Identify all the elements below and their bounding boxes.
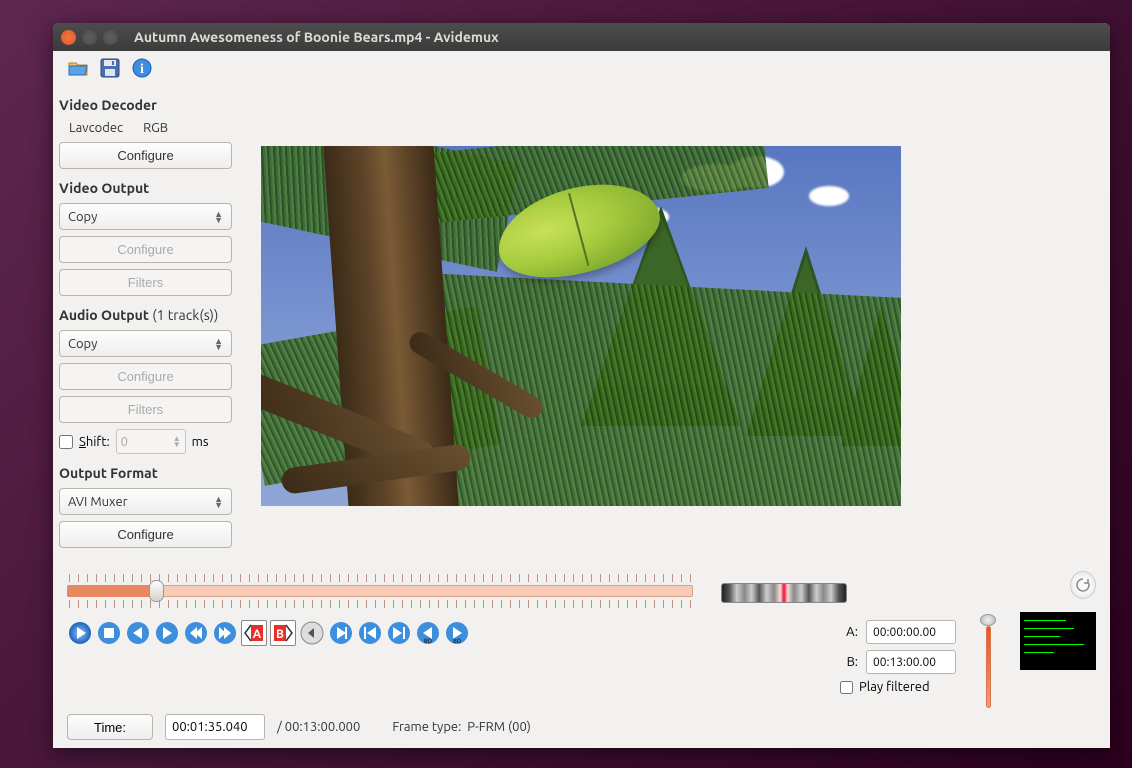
set-marker-a-button[interactable]: A: [241, 620, 267, 646]
prev-keyframe-button[interactable]: [183, 620, 209, 646]
prev-black-button[interactable]: BD: [415, 620, 441, 646]
shift-label: Shift:: [79, 435, 110, 449]
marker-b-value[interactable]: 00:13:00.00: [866, 650, 956, 674]
volume-slider[interactable]: [980, 614, 996, 708]
minimize-icon[interactable]: [82, 30, 97, 45]
transport-controls: A B BD BD: [67, 620, 470, 646]
shift-unit: ms: [192, 435, 209, 449]
audio-output-filters-button: Filters: [59, 396, 232, 423]
refresh-thumbnail-icon[interactable]: [1070, 571, 1096, 599]
time-button[interactable]: Time:: [67, 714, 153, 740]
window-title: Autumn Awesomeness of Boonie Bears.mp4 -…: [134, 29, 499, 45]
audio-output-value: Copy: [68, 337, 97, 351]
decoder-configure-button[interactable]: Configure: [59, 142, 232, 169]
sidebar: Video Decoder Lavcodec RGB Configure Vid…: [59, 89, 245, 560]
marker-a-value[interactable]: 00:00:00.00: [866, 620, 956, 644]
output-format-title: Output Format: [59, 461, 245, 485]
stop-button[interactable]: [96, 620, 122, 646]
close-icon[interactable]: [61, 30, 76, 45]
video-output-value: Copy: [68, 210, 97, 224]
save-icon[interactable]: [99, 57, 121, 79]
video-frame[interactable]: [261, 146, 901, 506]
svg-text:BD: BD: [424, 638, 433, 645]
chevron-updown-icon: ▲▼: [214, 496, 223, 508]
decoder-codec: Lavcodec: [69, 121, 123, 135]
svg-text:BD: BD: [453, 638, 462, 645]
last-frame-button[interactable]: [386, 620, 412, 646]
info-icon[interactable]: i: [131, 57, 153, 79]
next-cut-button[interactable]: [328, 620, 354, 646]
shift-checkbox[interactable]: [59, 435, 73, 449]
marker-a-label: A:: [840, 625, 858, 639]
chevron-updown-icon: ▲▼: [214, 211, 223, 223]
prev-frame-button[interactable]: [125, 620, 151, 646]
marker-b-label: B:: [840, 655, 858, 669]
output-format-configure-button[interactable]: Configure: [59, 521, 232, 548]
titlebar[interactable]: Autumn Awesomeness of Boonie Bears.mp4 -…: [53, 23, 1110, 51]
toolbar: i: [53, 51, 1110, 85]
slider-thumb[interactable]: [149, 580, 164, 602]
set-marker-b-button[interactable]: B: [270, 620, 296, 646]
video-output-select[interactable]: Copy ▲▼: [59, 203, 232, 230]
spinner-arrows-icon: ▲▼: [173, 436, 181, 448]
play-filtered-checkbox[interactable]: [840, 681, 853, 694]
svg-text:B: B: [276, 628, 284, 641]
audio-output-configure-button: Configure: [59, 363, 232, 390]
video-preview-area: [261, 89, 1096, 560]
frame-type: Frame type: P-FRM (00): [392, 720, 531, 734]
audio-track-count: (1 track(s)): [152, 307, 218, 323]
marker-panel: A: 00:00:00.00 B: 00:13:00.00 Play filte…: [840, 620, 956, 694]
frame-type-value: P-FRM (00): [467, 720, 531, 734]
next-black-button[interactable]: BD: [444, 620, 470, 646]
video-output-filters-button: Filters: [59, 269, 232, 296]
maximize-icon[interactable]: [103, 30, 118, 45]
chevron-updown-icon: ▲▼: [214, 338, 223, 350]
time-input[interactable]: 00:01:35.040: [165, 714, 265, 740]
video-output-title: Video Output: [59, 176, 245, 200]
next-frame-button[interactable]: [154, 620, 180, 646]
video-output-configure-button: Configure: [59, 236, 232, 263]
prev-cut-button[interactable]: [299, 620, 325, 646]
audio-output-select[interactable]: Copy ▲▼: [59, 330, 232, 357]
shift-value: 0: [121, 435, 128, 449]
duration-label: / 00:13:00.000: [277, 720, 360, 734]
volume-thumb[interactable]: [980, 614, 996, 626]
app-window: Autumn Awesomeness of Boonie Bears.mp4 -…: [53, 23, 1110, 748]
bottom-panel: A B BD BD A: 00:00:00.00 B: 00:13:00.00: [53, 560, 1110, 748]
jog-wheel[interactable]: [721, 583, 847, 603]
svg-text:i: i: [140, 62, 144, 77]
audio-monitor: [1020, 612, 1096, 670]
open-icon[interactable]: [67, 57, 89, 79]
output-format-select[interactable]: AVI Muxer ▲▼: [59, 488, 232, 515]
timeline-slider[interactable]: [67, 570, 693, 612]
next-keyframe-button[interactable]: [212, 620, 238, 646]
decoder-colorspace: RGB: [143, 121, 168, 135]
shift-spinner[interactable]: 0 ▲▼: [116, 429, 186, 454]
play-button[interactable]: [67, 620, 93, 646]
audio-output-title: Audio Output (1 track(s)): [59, 303, 245, 327]
video-decoder-title: Video Decoder: [59, 93, 245, 117]
first-frame-button[interactable]: [357, 620, 383, 646]
play-filtered-label: Play filtered: [859, 680, 930, 694]
svg-text:A: A: [253, 628, 262, 641]
info-row: Time: 00:01:35.040 / 00:13:00.000 Frame …: [67, 714, 1096, 740]
output-format-value: AVI Muxer: [68, 495, 128, 509]
